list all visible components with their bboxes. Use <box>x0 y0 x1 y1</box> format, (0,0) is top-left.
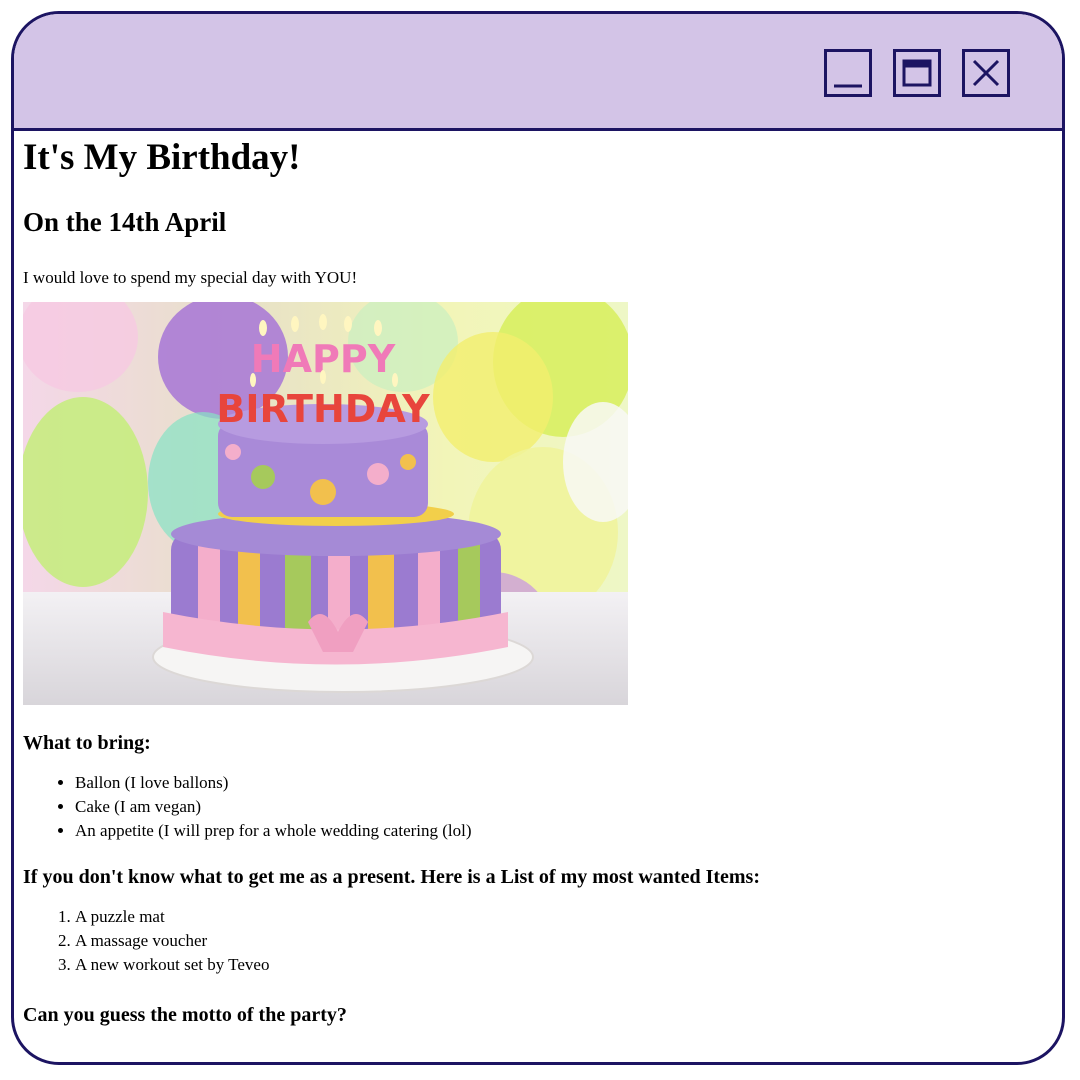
page-title: It's My Birthday! <box>23 137 301 178</box>
list-item: A massage voucher <box>75 929 1062 953</box>
motto-heading: Can you guess the motto of the party? <box>23 1004 347 1026</box>
birthday-cake-image: HAPPY BIRTHDAY <box>23 302 628 705</box>
list-item: Cake (I am vegan) <box>75 795 1062 819</box>
bring-list: Ballon (I love ballons) Cake (I am vegan… <box>23 771 1062 843</box>
close-button[interactable] <box>962 49 1010 97</box>
list-item: A new workout set by Teveo <box>75 953 1062 977</box>
maximize-button[interactable] <box>893 49 941 97</box>
list-item: Ballon (I love ballons) <box>75 771 1062 795</box>
maximize-icon <box>902 59 932 87</box>
list-item: An appetite (I will prep for a whole wed… <box>75 819 1062 843</box>
minimize-icon <box>834 84 862 88</box>
close-icon <box>972 59 1000 87</box>
minimize-button[interactable] <box>824 49 872 97</box>
present-list: A puzzle mat A massage voucher A new wor… <box>23 905 1062 977</box>
app-window: It's My Birthday! On the 14th April I wo… <box>11 11 1065 1065</box>
title-bar <box>14 14 1062 131</box>
intro-text: I would love to spend my special day wit… <box>23 268 358 287</box>
list-item: A puzzle mat <box>75 905 1062 929</box>
bring-heading: What to bring: <box>23 732 151 754</box>
present-heading: If you don't know what to get me as a pr… <box>23 866 761 888</box>
page-content: It's My Birthday! On the 14th April I wo… <box>14 131 1062 1062</box>
date-heading: On the 14th April <box>23 207 227 237</box>
cake-birthday-text: BIRTHDAY <box>216 387 430 431</box>
